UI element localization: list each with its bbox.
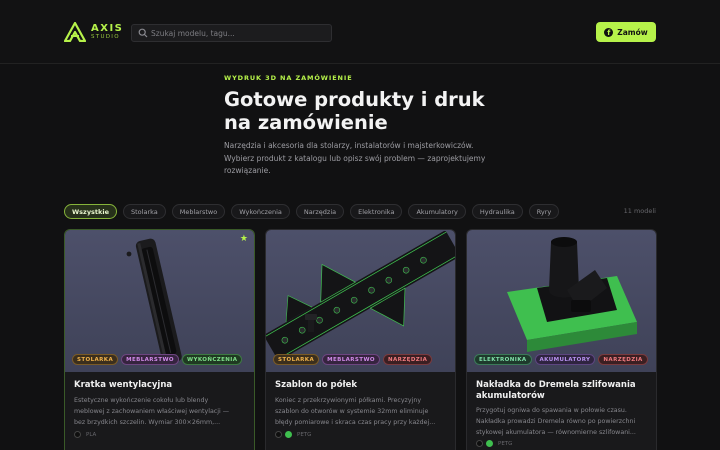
filter-chip-hydraulika[interactable]: Hydraulika <box>471 204 523 219</box>
order-button-label: Zamów <box>617 27 648 37</box>
featured-star-icon: ★ <box>239 234 248 244</box>
search-input[interactable] <box>151 26 329 40</box>
category-filters: Wszystkie Stolarka Meblarstwo Wykończeni… <box>64 204 560 219</box>
brand-sub: STUDIO <box>91 34 120 40</box>
product-description-line: szablon do otworów w systemie 32mm elimi… <box>275 408 429 415</box>
product-image <box>467 230 656 372</box>
vent-grille-render-icon <box>126 238 182 364</box>
filter-chip-meblarstwo[interactable]: Meblarstwo <box>171 204 226 219</box>
product-description-line: bez brzydkich szczelin. Wymiar 300×26mm,… <box>74 419 221 426</box>
color-swatch <box>486 440 493 447</box>
product-description-line: Nakładka prowadzi Dremela równo po powie… <box>476 418 636 425</box>
logo-mark-icon <box>64 22 86 42</box>
product-description-line: błędy pomiarowe i skraca czas pracy przy… <box>275 419 436 426</box>
product-meta: PLA <box>74 431 96 438</box>
brand-name: AXIS <box>91 23 124 34</box>
product-meta: PETG <box>476 440 512 447</box>
order-button[interactable]: f Zamów <box>596 22 656 42</box>
color-swatch <box>285 431 292 438</box>
product-title: Kratka wentylacyjna <box>74 380 173 390</box>
filter-chip-elektronika[interactable]: Elektronika <box>350 204 403 219</box>
dremel-attachment-render-icon <box>507 237 637 352</box>
product-meta: PETG <box>275 431 311 438</box>
tag: NARZĘDZIA <box>598 354 648 365</box>
brand-wordmark: AXIS STUDIO <box>91 24 123 41</box>
filter-chip-ryry[interactable]: Ryry <box>528 204 560 219</box>
hero-subtitle-line-1: Narzędzia i akcesoria dla stolarzy, inst… <box>224 141 474 150</box>
product-tags: ELEKTRONIKA AKUMULATORY NARZĘDZIA <box>474 354 648 365</box>
filter-chip-wykonczenia[interactable]: Wykończenia <box>231 204 290 219</box>
color-swatch <box>74 431 81 438</box>
product-description-line: meblowej z zachowaniem właściwej wentyla… <box>74 408 230 415</box>
product-description: Przygotuj ogniwa do spawania w połowie c… <box>476 405 648 438</box>
tag: MEBLARSTWO <box>322 354 380 365</box>
page-title-line-1: Gotowe produkty i druk <box>224 88 485 111</box>
material-label: PLA <box>86 431 97 438</box>
hero-subtitle-line-3: rozwiązanie. <box>224 166 271 175</box>
facebook-icon: f <box>604 27 614 37</box>
filter-chip-narzedzia[interactable]: Narzędzia <box>295 204 345 219</box>
product-title: Szablon do półek <box>275 380 358 390</box>
filter-chip-all[interactable]: Wszystkie <box>64 204 117 219</box>
product-description-line: Estetyczne wykończenie cokołu lub blendy <box>74 397 209 404</box>
product-card-szablon[interactable]: STOLARKA MEBLARSTWO NARZĘDZIA Szablon do… <box>265 229 456 450</box>
brand-logo[interactable]: AXIS STUDIO <box>64 22 122 44</box>
page-title-line-2: na zamówienie <box>224 111 388 134</box>
page-title: Gotowe produkty i druk na zamówienie <box>224 88 524 134</box>
hero-subtitle: Narzędzia i akcesoria dla stolarzy, inst… <box>224 140 504 178</box>
product-card-kratka[interactable]: ★ STOLARKA MEBLARSTWO WYKOŃCZENIA Kratka… <box>64 229 255 450</box>
filter-chip-stolarka[interactable]: Stolarka <box>123 204 166 219</box>
tag: NARZĘDZIA <box>382 354 433 365</box>
tag: STOLARKA <box>273 354 320 365</box>
product-description: Estetyczne wykończenie cokołu lub blendy… <box>74 395 246 428</box>
tag: STOLARKA <box>72 354 119 365</box>
product-card-nakladka[interactable]: ELEKTRONIKA AKUMULATORY NARZĘDZIA Nakład… <box>466 229 657 450</box>
search-box <box>131 24 332 42</box>
search-icon <box>138 28 148 38</box>
color-swatch <box>476 440 483 447</box>
shelf-jig-render-icon <box>266 230 455 361</box>
tag: ELEKTRONIKA <box>474 354 532 365</box>
tag: MEBLARSTWO <box>121 354 179 365</box>
tag: WYKOŃCZENIA <box>181 354 243 365</box>
tag: AKUMULATORY <box>534 354 596 365</box>
product-image <box>266 230 455 372</box>
material-label: PETG <box>498 440 513 447</box>
product-description-line: stykowej akumulatora — równomierne szlif… <box>476 429 636 436</box>
product-tags: STOLARKA MEBLARSTWO WYKOŃCZENIA <box>72 354 243 365</box>
product-title: Nakładka do Dremela szlifowania akumulat… <box>476 380 648 402</box>
model-count: 11 modeli <box>623 207 656 215</box>
product-image <box>65 230 254 372</box>
product-description-line: Koniec z przekrzywionymi półkami. Precyz… <box>275 397 422 404</box>
hero-subtitle-line-2: Wybierz produkt z katalogu lub opisz swó… <box>224 153 486 163</box>
product-tags: STOLARKA MEBLARSTWO NARZĘDZIA <box>273 354 433 365</box>
hero-eyebrow: WYDRUK 3D NA ZAMÓWIENIE <box>224 74 353 82</box>
top-bar: AXIS STUDIO f Zamów <box>0 0 720 64</box>
product-description-line: Przygotuj ogniwa do spawania w połowie c… <box>476 407 627 414</box>
filter-chip-akumulatory[interactable]: Akumulatory <box>408 204 466 219</box>
product-title-line: Nakładka do Dremela szlifowania <box>476 380 636 390</box>
material-label: PETG <box>297 431 312 438</box>
product-title-line: akumulatorów <box>476 391 545 401</box>
color-swatch <box>275 431 282 438</box>
product-description: Koniec z przekrzywionymi półkami. Precyz… <box>275 395 447 428</box>
